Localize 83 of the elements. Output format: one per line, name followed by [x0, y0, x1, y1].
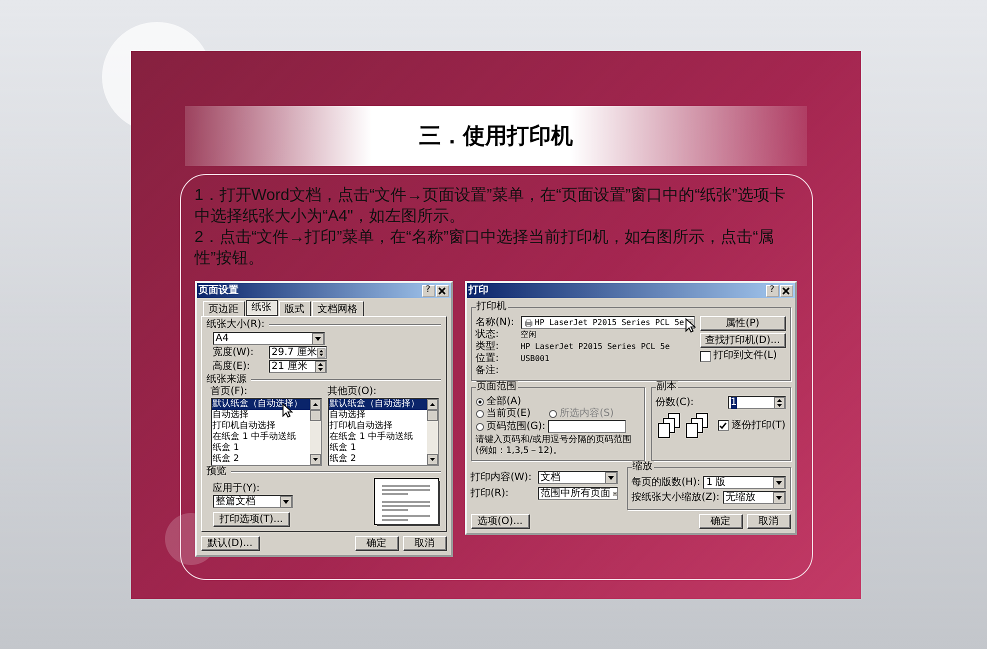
help-button[interactable]: ? — [422, 284, 434, 296]
dialog-title: 打印 — [468, 284, 488, 296]
dropdown[interactable]: A4 — [212, 332, 324, 345]
list-item[interactable]: 纸盒 2 — [328, 454, 426, 465]
field-label: 宽度(W): — [212, 346, 255, 358]
radio-option[interactable]: 全部(A) — [476, 396, 522, 408]
page-preview-drawing — [374, 478, 440, 527]
scrollbar — [426, 399, 438, 465]
field-label: 打印(R): — [470, 488, 510, 500]
tab[interactable]: 版式 — [278, 301, 310, 316]
field-value: USB001 — [520, 353, 550, 365]
spin-arrows-icon — [316, 346, 326, 358]
field-value: HP LaserJet P2015 Series PCL 5e — [520, 341, 670, 353]
instruction-text: 1．打开Word文档，点击“文件→页面设置”菜单，在“页面设置”窗口中的“纸张”选项卡中选择纸张大小为“A4"，如左图所示。 — [194, 186, 786, 227]
group-label: 页面范围 — [476, 381, 518, 393]
spin-arrows-icon — [314, 360, 326, 372]
group-label: 纸张来源 — [206, 374, 246, 386]
field-label: 名称(N): — [476, 316, 516, 328]
instruction-text: 2．点击“文件→打印”菜单，在“名称”窗口中选择当前打印机，如右图所示，点击“属性”按钮。 — [194, 228, 776, 269]
dropdown[interactable]: 1 版 — [703, 476, 786, 489]
checkbox[interactable]: 逐份打印(T) — [718, 420, 786, 432]
tab[interactable]: 纸张 — [246, 300, 278, 316]
checkbox[interactable]: 打印到文件(L) — [700, 350, 786, 362]
field-label: 份数(C): — [656, 396, 694, 408]
field-label: 应用于(Y): — [212, 483, 261, 495]
field-label: 位置: — [476, 353, 500, 364]
dropdown[interactable]: 范围中所有页面 — [538, 487, 618, 500]
dropdown[interactable]: 整篇文档 — [212, 495, 292, 508]
close-icon — [438, 286, 446, 294]
group-label: 缩放 — [632, 461, 654, 473]
field-label: 类型: — [476, 341, 500, 352]
tab[interactable]: 页边距 — [202, 301, 244, 316]
field-label: 按纸张大小缩放(Z): — [632, 492, 720, 504]
list-item[interactable]: 打印机自动选择 — [212, 421, 310, 432]
list-item[interactable]: 在纸盒 1 中手动送纸 — [212, 432, 310, 443]
mouse-pointer-icon — [684, 318, 696, 333]
dropdown[interactable]: 无缩放 — [722, 491, 786, 504]
spinner-field[interactable]: 1 — [728, 396, 786, 409]
group-label: 纸张大小(R): — [206, 319, 265, 331]
close-icon — [782, 286, 790, 294]
help-button[interactable]: ? — [766, 284, 778, 296]
spinner-field[interactable]: 21 厘米 — [268, 360, 326, 373]
field-label: 首页(F): — [210, 386, 248, 398]
list-item[interactable]: 纸盒 1 — [328, 443, 426, 454]
tab[interactable]: 文档网格 — [312, 301, 364, 316]
radio-option[interactable]: 当前页(E) — [476, 408, 531, 420]
input-field[interactable] — [548, 420, 626, 433]
spinner-field[interactable]: 29.7 厘米 — [268, 346, 326, 359]
field-label: 每页的版数(H): — [632, 476, 700, 488]
cancel-button[interactable]: 取消 — [746, 514, 790, 529]
field-label: 备注: — [476, 365, 500, 377]
scrollbar — [310, 399, 320, 465]
hint-text: 请键入页码和/或用逗号分隔的页码范围(例如：1,3,5－12)。 — [476, 435, 633, 457]
default-button[interactable]: 默认(D)... — [200, 536, 260, 551]
group-label: 副本 — [656, 381, 678, 393]
options-button[interactable]: 选项(O)... — [470, 514, 530, 529]
field-label: 其他页(O): — [328, 386, 378, 398]
field-value: 空闲 — [520, 329, 536, 341]
dropdown[interactable]: 文档 — [538, 471, 618, 484]
group-label: 打印机 — [476, 301, 508, 313]
dropdown[interactable]: HP LaserJet P2015 Series PCL 5e — [520, 316, 694, 329]
ok-button[interactable]: 确定 — [354, 536, 398, 551]
radio-option[interactable]: 页码范围(G): — [476, 420, 546, 432]
list-item[interactable]: 打印机自动选择 — [328, 421, 426, 432]
dialog-title: 页面设置 — [198, 284, 238, 296]
close-button[interactable] — [436, 284, 448, 296]
field-label: 状态: — [476, 329, 500, 340]
print-options-button[interactable]: 打印选项(T)... — [212, 512, 290, 527]
slide-title: 三．使用打印机 — [419, 122, 573, 151]
ok-button[interactable]: 确定 — [698, 514, 742, 529]
collate-pages-drawing — [656, 413, 708, 438]
list-item[interactable]: 自动选择 — [328, 410, 426, 421]
spin-arrows-icon — [774, 396, 784, 408]
close-button[interactable] — [780, 284, 792, 296]
cancel-button[interactable]: 取消 — [402, 536, 446, 551]
group-label: 预览 — [206, 466, 226, 478]
list-item[interactable]: 在纸盒 1 中手动送纸 — [328, 432, 426, 443]
field-label: 打印内容(W): — [470, 472, 533, 484]
list-item[interactable]: 纸盒 1 — [212, 443, 310, 454]
list-item[interactable]: 纸盒 2 — [212, 454, 310, 465]
field-label: 高度(E): — [212, 360, 251, 372]
find-printer-button[interactable]: 查找打印机(D)... — [700, 333, 786, 348]
list-item[interactable]: 自动选择 — [212, 410, 310, 421]
